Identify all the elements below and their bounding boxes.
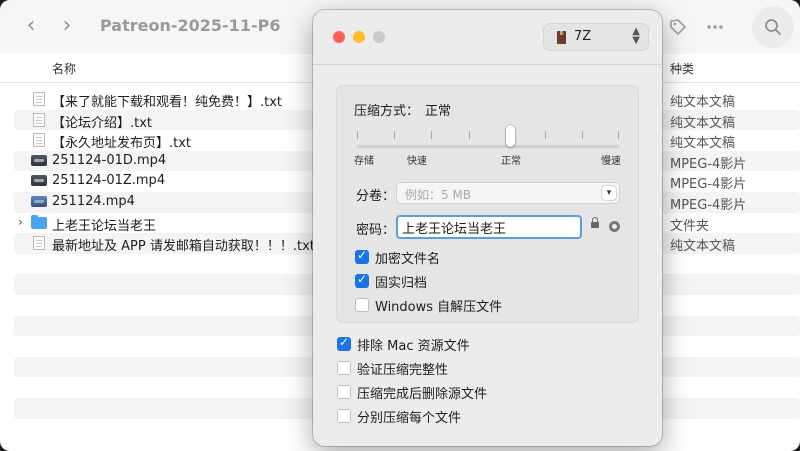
checkbox-label[interactable]: 固实归档 — [375, 272, 427, 291]
format-value: 7Z — [574, 29, 592, 44]
file-kind: 纯文本文稿 — [670, 239, 736, 255]
slider-tick — [545, 131, 546, 139]
back-button[interactable]: ‹ — [16, 12, 46, 40]
column-name-header[interactable]: 名称 — [52, 60, 76, 77]
minimize-button[interactable] — [353, 31, 365, 43]
file-kind: MPEG-4影片 — [670, 156, 747, 172]
password-input[interactable] — [398, 217, 584, 237]
tag-icon — [670, 19, 686, 35]
level-label-fast: 快速 — [407, 156, 427, 167]
more-actions-button[interactable] — [698, 10, 732, 44]
compression-value: 正常 — [425, 104, 452, 119]
file-name: 最新地址及 APP 请发邮箱自动获取！！！.txt — [52, 239, 315, 255]
file-name: 251124-01D.mp4 — [52, 152, 167, 168]
slider-tick — [431, 131, 432, 139]
compress-dialog: 7Z ▲ ▼ 压缩方式： 正常 存储 快速 正常 慢速 分卷： 例如：5 MB ▾… — [313, 10, 662, 446]
chevron-up-down-icon: ▲ ▼ — [632, 26, 640, 46]
compression-label: 压缩方式： — [354, 104, 420, 119]
text-file-icon — [31, 236, 47, 251]
slider-tick — [582, 131, 583, 139]
checkbox[interactable] — [337, 335, 351, 351]
column-kind-header[interactable]: 种类 — [670, 60, 694, 77]
file-name: 【论坛介绍】.txt — [52, 115, 153, 131]
file-name: 上老王论坛当老王 — [52, 218, 157, 234]
folder-icon — [31, 214, 47, 230]
checkbox-label[interactable]: Windows 自解压文件 — [375, 296, 502, 315]
video-file-icon — [31, 154, 47, 168]
chevron-down-icon: ▾ — [602, 186, 616, 200]
video-file-icon — [31, 195, 47, 209]
slider-track[interactable] — [357, 145, 619, 148]
title-divider — [313, 64, 662, 65]
text-file-icon — [31, 133, 47, 148]
format-select[interactable]: 7Z ▲ ▼ — [543, 23, 649, 51]
window-title: Patreon-2025-11-P6 — [100, 16, 281, 35]
level-label-normal: 正常 — [501, 156, 521, 167]
text-file-icon — [31, 112, 47, 127]
text-file-icon — [31, 92, 47, 106]
checkbox[interactable] — [355, 272, 369, 288]
split-label: 分卷： — [356, 189, 396, 204]
split-placeholder: 例如：5 MB — [405, 188, 472, 202]
file-kind: 纯文本文稿 — [670, 115, 736, 131]
slider-tick — [618, 131, 619, 139]
checkbox[interactable] — [337, 409, 351, 423]
video-file-icon — [31, 174, 47, 188]
checkbox[interactable] — [337, 385, 351, 399]
file-kind: MPEG-4影片 — [670, 197, 747, 213]
checkbox[interactable] — [355, 248, 369, 264]
show-password-icon[interactable] — [609, 221, 620, 232]
close-button[interactable] — [333, 31, 345, 43]
file-kind: 纯文本文稿 — [670, 95, 736, 110]
file-name: 251124.mp4 — [52, 193, 135, 209]
checkbox[interactable] — [337, 361, 351, 375]
level-label-slow: 慢速 — [601, 156, 621, 167]
checkbox-label[interactable]: 排除 Mac 资源文件 — [357, 335, 470, 354]
file-kind: MPEG-4影片 — [670, 177, 747, 193]
checkbox[interactable] — [355, 298, 369, 312]
chevron-right-icon: › — [62, 13, 72, 38]
checkbox-label[interactable]: 分别压缩每个文件 — [357, 407, 461, 426]
split-volume-select[interactable]: 例如：5 MB ▾ — [396, 182, 620, 204]
slider-thumb[interactable] — [506, 125, 515, 147]
chevron-left-icon: ‹ — [26, 13, 36, 38]
level-label-store: 存储 — [354, 156, 374, 167]
slider-tick — [394, 131, 395, 139]
checkbox-label[interactable]: 加密文件名 — [375, 248, 440, 267]
disclosure-triangle-icon[interactable]: › — [18, 215, 23, 229]
file-name: 【永久地址发布页】.txt — [52, 136, 192, 152]
file-name: 251124-01Z.mp4 — [52, 173, 166, 189]
archive-box-icon — [557, 31, 566, 44]
password-field-wrapper — [396, 215, 584, 239]
tag-button[interactable] — [661, 10, 695, 44]
search-button[interactable] — [752, 6, 794, 48]
forward-button[interactable]: › — [52, 12, 82, 40]
search-icon — [765, 19, 781, 35]
slider-tick — [469, 131, 470, 139]
checkbox-label[interactable]: 压缩完成后删除源文件 — [357, 383, 487, 402]
file-kind: 纯文本文稿 — [670, 136, 736, 152]
checkbox-label[interactable]: 验证压缩完整性 — [357, 359, 448, 378]
lock-icon — [591, 217, 599, 228]
ellipsis-icon — [707, 25, 723, 29]
slider-tick — [357, 131, 358, 139]
zoom-button[interactable] — [373, 31, 385, 43]
file-name: 【来了就能下载和观看！纯免费！】.txt — [52, 95, 283, 110]
password-label: 密码： — [356, 223, 396, 238]
file-kind: 文件夹 — [670, 218, 710, 234]
